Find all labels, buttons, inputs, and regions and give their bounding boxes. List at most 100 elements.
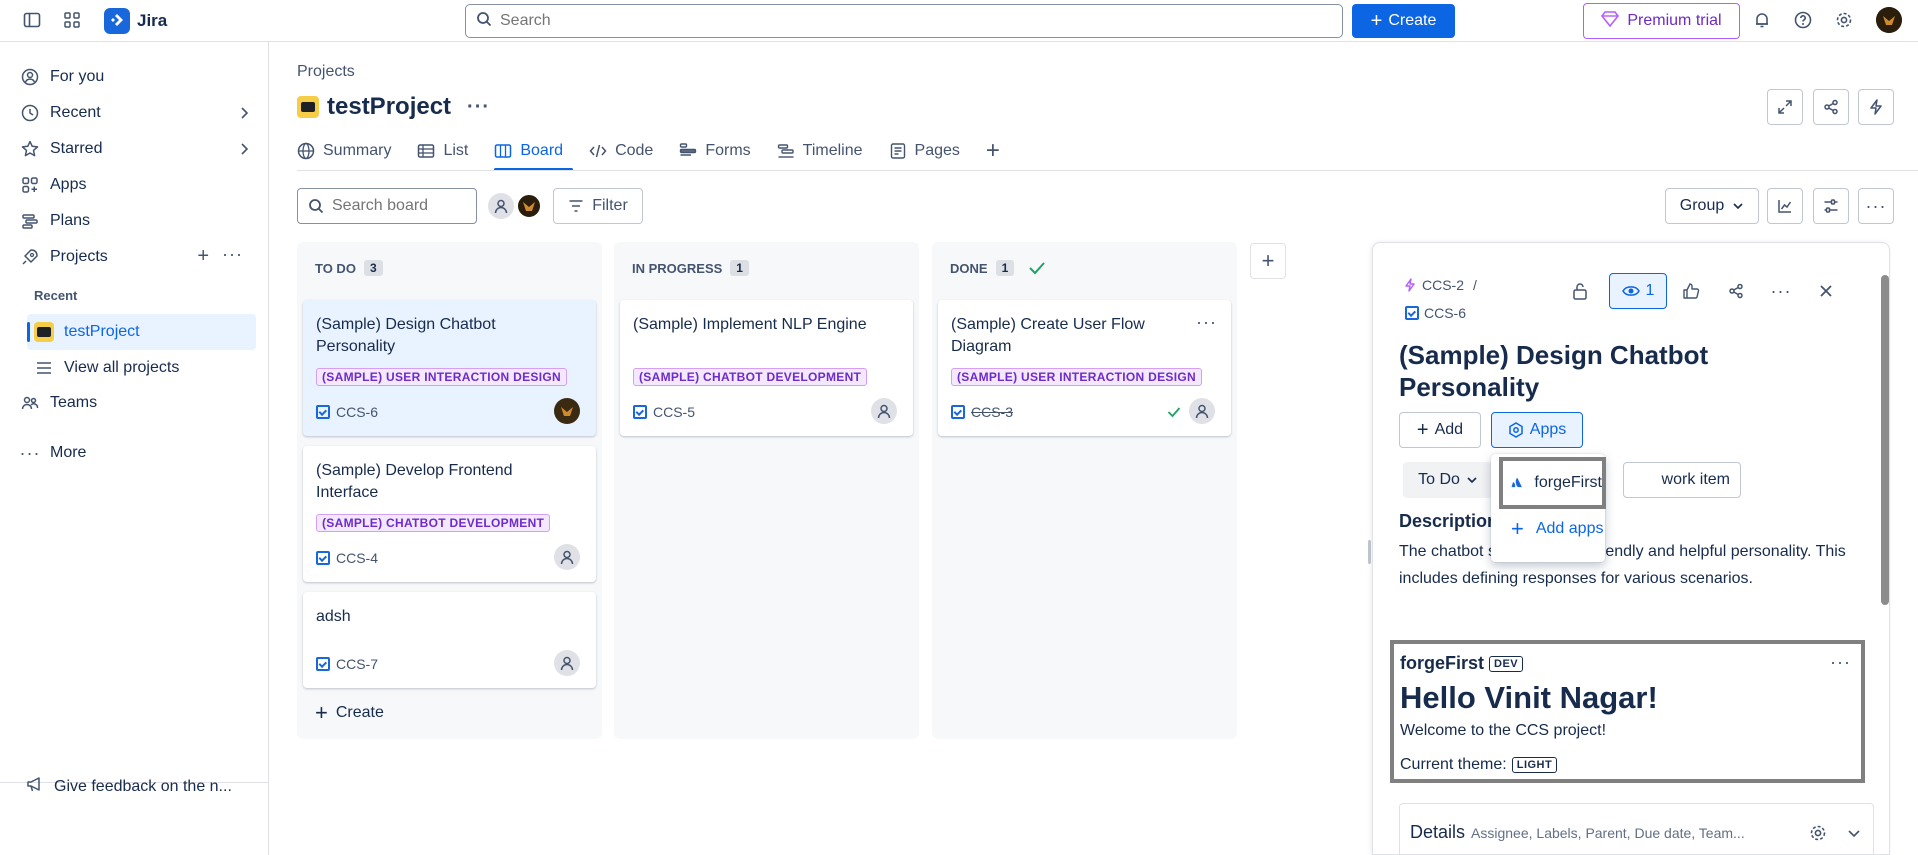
sidebar-item-plans[interactable]: Plans bbox=[20, 206, 90, 236]
global-search[interactable] bbox=[465, 4, 1343, 38]
scrollbar-thumb[interactable] bbox=[1881, 275, 1889, 605]
card-key[interactable]: CCS-3 bbox=[951, 404, 1013, 420]
sidebar-recent-project[interactable]: testProject bbox=[34, 317, 140, 347]
premium-trial-button[interactable]: Premium trial bbox=[1583, 3, 1740, 39]
column-header[interactable]: DONE 1 bbox=[950, 260, 1046, 276]
card-key[interactable]: CCS-5 bbox=[633, 404, 695, 420]
filter-button[interactable]: Filter bbox=[553, 188, 643, 224]
board-search[interactable] bbox=[297, 188, 477, 224]
panel-scrollbar[interactable] bbox=[1880, 259, 1889, 845]
unassigned-avatar[interactable] bbox=[554, 544, 580, 570]
app-switcher-icon[interactable] bbox=[61, 9, 83, 31]
more-actions-button[interactable]: ··· bbox=[1858, 188, 1894, 224]
issue-title[interactable]: (Sample) Design Chatbot Personality bbox=[1399, 339, 1819, 403]
board-card[interactable]: (Sample) Create User Flow Diagram ··· (S… bbox=[938, 300, 1231, 436]
sidebar-item-view-all-projects[interactable]: View all projects bbox=[34, 353, 179, 383]
unassigned-avatar[interactable] bbox=[554, 650, 580, 676]
megaphone-icon bbox=[26, 775, 44, 798]
share-button[interactable] bbox=[1813, 89, 1849, 125]
sidebar-item-starred[interactable]: Starred bbox=[20, 134, 249, 164]
create-issue-button[interactable]: + Create bbox=[315, 702, 384, 724]
tab-pages[interactable]: Pages bbox=[889, 136, 970, 166]
card-key[interactable]: CCS-4 bbox=[316, 550, 378, 566]
tab-list[interactable]: List bbox=[417, 136, 478, 166]
breadcrumb-separator: / bbox=[1473, 277, 1477, 293]
close-icon bbox=[1820, 285, 1832, 297]
tab-forms[interactable]: Forms bbox=[679, 136, 760, 166]
add-project-plus-icon[interactable]: + bbox=[197, 245, 209, 268]
card-key[interactable]: CCS-7 bbox=[316, 656, 378, 672]
card-key-text: CCS-3 bbox=[971, 404, 1014, 420]
jira-logo-icon[interactable] bbox=[104, 8, 130, 34]
help-icon[interactable] bbox=[1792, 9, 1814, 31]
search-input[interactable] bbox=[500, 12, 1300, 30]
create-button[interactable]: + Create bbox=[1352, 4, 1455, 38]
sidebar-item-projects[interactable]: Projects + ··· bbox=[20, 242, 249, 272]
add-column-button[interactable]: + bbox=[1250, 243, 1286, 279]
issue-key-breadcrumb[interactable]: CCS-6 bbox=[1405, 305, 1466, 321]
insights-button[interactable] bbox=[1767, 188, 1803, 224]
card-key[interactable]: CCS-6 bbox=[316, 404, 378, 420]
expand-icon bbox=[1778, 100, 1792, 114]
sidebar-item-label: Teams bbox=[50, 394, 98, 411]
column-header[interactable]: IN PROGRESS 1 bbox=[632, 260, 749, 276]
menu-item-forgefirst[interactable]: forgeFirst bbox=[1499, 457, 1606, 509]
details-section[interactable]: Details Assignee, Labels, Parent, Due da… bbox=[1399, 803, 1874, 854]
assignee-avatar[interactable] bbox=[554, 398, 580, 424]
close-panel-button[interactable] bbox=[1808, 273, 1844, 309]
unassigned-avatar[interactable] bbox=[1189, 398, 1215, 424]
sidebar-item-for-you[interactable]: For you bbox=[20, 62, 104, 92]
group-button[interactable]: Group bbox=[1665, 188, 1759, 224]
board-card[interactable]: adsh CCS-7 bbox=[303, 592, 596, 688]
add-tab-button[interactable]: + bbox=[986, 136, 1010, 166]
user-avatar-filter[interactable] bbox=[516, 193, 542, 219]
sidebar-item-recent[interactable]: Recent bbox=[20, 98, 249, 128]
tab-code[interactable]: Code bbox=[589, 136, 663, 166]
chevron-down-icon bbox=[1848, 830, 1860, 838]
sidebar-item-teams[interactable]: Teams bbox=[20, 388, 97, 418]
more-actions-button[interactable]: ··· bbox=[1763, 273, 1799, 309]
sidebar-item-label: Apps bbox=[50, 176, 87, 193]
board-card[interactable]: (Sample) Implement NLP Engine (SAMPLE) C… bbox=[620, 300, 913, 436]
column-header[interactable]: TO DO 3 bbox=[315, 260, 383, 276]
apps-button[interactable]: Apps bbox=[1491, 412, 1583, 448]
board-card[interactable]: (Sample) Develop Frontend Interface (SAM… bbox=[303, 446, 596, 582]
premium-trial-label: Premium trial bbox=[1627, 12, 1722, 29]
tab-summary[interactable]: Summary bbox=[297, 136, 401, 166]
sidebar-item-more[interactable]: ··· More bbox=[20, 438, 87, 468]
sidebar-item-apps[interactable]: Apps bbox=[20, 170, 86, 200]
tab-board[interactable]: Board bbox=[494, 136, 573, 171]
more-horizontal-icon[interactable]: ··· bbox=[1830, 652, 1851, 673]
view-settings-button[interactable] bbox=[1813, 188, 1849, 224]
lock-button[interactable] bbox=[1562, 273, 1598, 309]
watch-button[interactable]: 1 bbox=[1609, 273, 1667, 309]
automation-button[interactable] bbox=[1858, 89, 1894, 125]
tab-timeline[interactable]: Timeline bbox=[777, 136, 873, 166]
expand-button[interactable] bbox=[1767, 89, 1803, 125]
status-dropdown[interactable]: To Do bbox=[1403, 462, 1493, 498]
board-search-input[interactable] bbox=[332, 197, 462, 215]
breadcrumb[interactable]: Projects bbox=[297, 63, 355, 81]
work-item-button[interactable]: work item bbox=[1623, 462, 1741, 498]
like-button[interactable] bbox=[1673, 273, 1709, 309]
give-feedback-link[interactable]: Give feedback on the n... bbox=[26, 775, 232, 798]
unassigned-avatar-filter[interactable] bbox=[488, 193, 514, 219]
user-avatar[interactable] bbox=[1876, 7, 1902, 33]
chevron-right-icon[interactable] bbox=[239, 98, 249, 128]
settings-gear-icon[interactable] bbox=[1833, 9, 1855, 31]
notifications-icon[interactable] bbox=[1751, 9, 1773, 31]
more-horizontal-icon[interactable]: ··· bbox=[467, 96, 490, 119]
menu-item-add-apps[interactable]: + Add apps bbox=[1511, 518, 1603, 540]
more-horizontal-icon[interactable]: ··· bbox=[222, 244, 243, 265]
chevron-right-icon[interactable] bbox=[239, 134, 249, 164]
panel-resize-handle[interactable] bbox=[1368, 540, 1371, 564]
add-button[interactable]: + Add bbox=[1399, 412, 1481, 448]
sidebar-toggle-icon[interactable] bbox=[21, 9, 43, 31]
app-name[interactable]: Jira bbox=[137, 11, 167, 31]
board-card[interactable]: (Sample) Design Chatbot Personality (SAM… bbox=[303, 300, 596, 436]
more-horizontal-icon[interactable]: ··· bbox=[1196, 312, 1217, 333]
description-text[interactable]: The chatbot should have a friendly and h… bbox=[1399, 538, 1859, 592]
parent-issue-breadcrumb[interactable]: CCS-2 / bbox=[1403, 277, 1477, 293]
share-issue-button[interactable] bbox=[1718, 273, 1754, 309]
unassigned-avatar[interactable] bbox=[871, 398, 897, 424]
